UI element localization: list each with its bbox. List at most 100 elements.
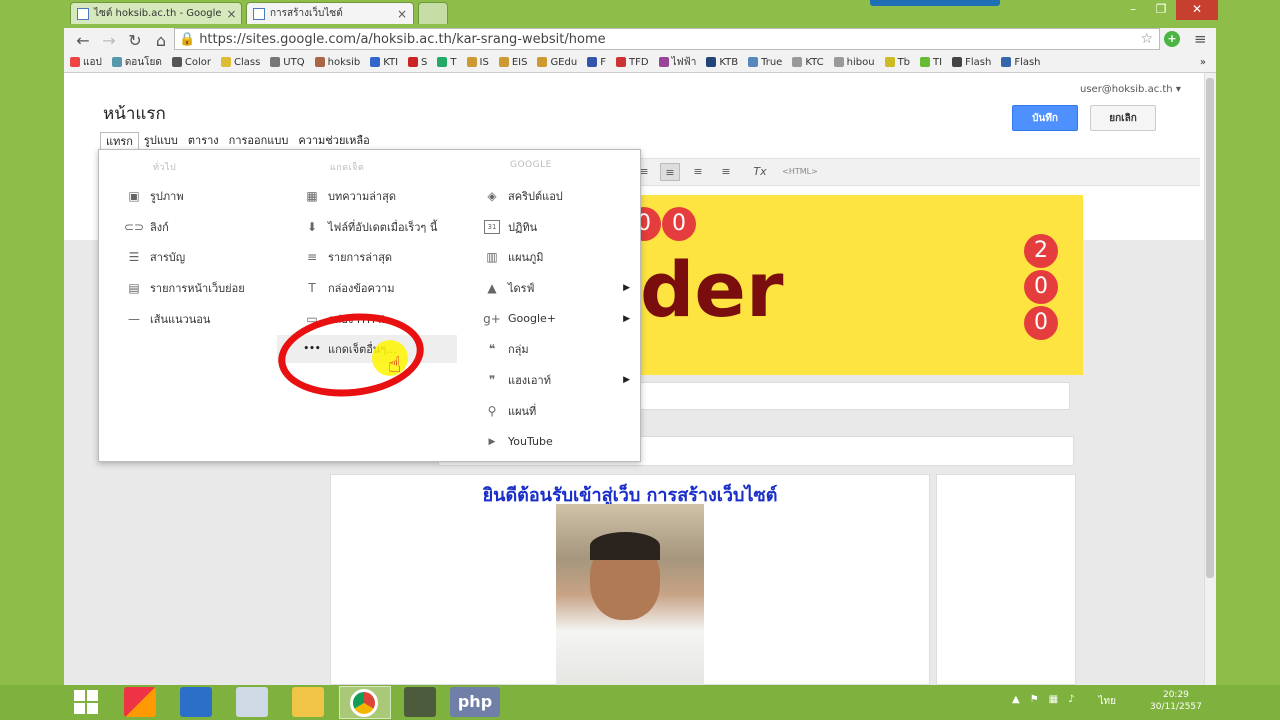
html-button[interactable]: <HTML> [780,163,820,181]
insert-menu-item[interactable]: ▤ รายการหน้าเว็บย่อย [126,277,245,299]
tab-active-site[interactable]: การสร้างเว็บไซต์ × [246,2,414,24]
menu-table[interactable]: ตาราง [183,132,224,150]
insert-menu-item[interactable]: ◈ สคริปต์แอป [484,185,630,207]
bookmark-label: TFD [628,56,649,68]
insert-menu-label: รายการหน้าเว็บย่อย [150,282,245,296]
reload-icon[interactable]: ↻ [122,31,148,50]
bookmark-item[interactable]: S [408,57,427,68]
textbox-icon: T [308,281,316,296]
bookmark-item[interactable]: hoksib [314,57,360,68]
new-tab-button[interactable] [418,2,448,24]
cancel-button[interactable]: ยกเลิก [1090,105,1156,131]
clear-format-icon[interactable]: Tx [750,163,770,181]
bookmark-item[interactable]: TI [920,57,942,68]
bookmark-label: แอป [83,56,102,68]
bookmark-item[interactable]: T [437,57,457,68]
insert-menu-item[interactable]: ☰ สารบัญ [126,246,245,268]
insert-menu-item[interactable]: ▥ แผนภูมิ [484,246,630,268]
menu-icon[interactable]: ≡ [1194,30,1207,48]
menu-layout[interactable]: การออกแบบ [224,132,294,150]
bookmark-item[interactable]: Class [220,57,260,68]
url-text: https://sites.google.com/a/hoksib.ac.th/… [199,31,606,47]
bookmark-item[interactable]: KTC [792,56,824,68]
bookmark-item[interactable]: KTB [706,57,738,68]
bookmark-item[interactable]: Flash [952,57,991,68]
app-icon[interactable] [180,687,212,717]
windows-start-icon[interactable] [74,690,98,714]
bookmark-item[interactable]: True [748,57,782,68]
insert-menu-item[interactable]: — เส้นแนวนอน [126,308,245,330]
address-bar[interactable]: 🔒 https://sites.google.com/a/hoksib.ac.t… [174,28,1160,50]
bookmark-item[interactable]: TFD [615,56,649,68]
insert-menu-item[interactable]: ▲ ไดรฟ์ ▶ [484,277,630,299]
bookmark-icon [220,57,231,67]
align-center-icon[interactable]: ≡ [660,163,680,181]
bookmark-icon [884,57,895,67]
banner-circle: 0 [1024,306,1058,340]
menu-format[interactable]: รูปแบบ [139,132,183,150]
volume-icon[interactable]: ♪ [1068,694,1074,709]
bookmark-item[interactable]: Tb [884,57,910,68]
php-icon[interactable]: php [450,687,500,717]
office-icon[interactable] [124,687,156,717]
back-icon[interactable]: ← [70,31,96,50]
close-icon[interactable]: × [397,7,407,21]
minimize-icon[interactable]: – [1118,0,1148,20]
extension-add-icon[interactable]: + [1164,31,1180,47]
language-indicator[interactable]: ไทย [1099,694,1116,709]
bookmark-item[interactable]: hibou [833,57,875,68]
tray-up-icon[interactable]: ▲ [1012,694,1020,709]
insert-menu-item[interactable]: ❝ กลุ่ม [484,338,630,360]
menu-help[interactable]: ความช่วยเหลือ [293,132,374,150]
clock[interactable]: 20:29 30/11/2557 [1150,689,1202,713]
bookmark-item[interactable]: KTI [370,57,398,68]
bookmark-item[interactable]: UTQ [270,57,305,68]
bookmark-item[interactable]: Flash [1001,57,1041,68]
bookmark-icon [171,57,182,67]
save-button[interactable]: บันทึก [1012,105,1078,131]
align-right-icon[interactable]: ≡ [688,163,708,181]
bookmark-item[interactable]: Color [171,57,211,68]
image-icon: ▣ [128,189,140,203]
search-app-icon[interactable] [236,687,268,717]
network-icon[interactable]: ▦ [1049,694,1058,709]
justify-icon[interactable]: ≡ [716,163,736,181]
bookmark-icon [920,57,931,67]
close-icon[interactable]: × [227,7,237,21]
bookmark-icon [466,57,477,67]
bookmark-item[interactable]: F [587,57,606,68]
bookmark-item[interactable]: IS [466,57,489,68]
insert-menu-item[interactable]: ▣ รูปภาพ [126,185,245,207]
insert-menu-item[interactable]: ▦ บทความล่าสุด [304,185,437,207]
home-icon[interactable]: ⌂ [148,31,174,50]
bookmark-label: KTC [805,56,824,68]
user-account[interactable]: user@hoksib.ac.th ▾ [1080,84,1181,95]
bookmark-label: S [421,56,428,68]
bookmark-item[interactable]: แอป [70,55,102,70]
insert-menu-item[interactable]: ⬇ ไฟล์ที่อัปเดตเมื่อเร็วๆ นี้ [304,216,437,238]
close-window-icon[interactable]: ✕ [1176,0,1218,20]
flag-icon[interactable]: ⚑ [1030,694,1039,709]
bookmark-item[interactable]: GEdu [537,57,577,68]
bookmarks-overflow-icon[interactable]: » [1200,57,1206,68]
sidebar-content[interactable] [936,474,1076,685]
bookmark-item[interactable]: ดอนโยด [111,55,162,70]
insert-menu-item[interactable]: ❞ แฮงเอาท์ ▶ [484,369,630,391]
camtasia-icon[interactable] [404,687,436,717]
insert-menu-item[interactable]: ⊂⊃ ลิงก์ [124,216,245,238]
forward-icon[interactable]: → [96,31,122,50]
folder-icon[interactable] [292,687,324,717]
insert-menu-item[interactable]: g+ Google+ ▶ [483,308,630,330]
restore-icon[interactable]: ❐ [1146,0,1176,20]
insert-menu-item[interactable]: ⚲ แผนที่ [484,400,630,422]
insert-menu-item[interactable]: T กล่องข้อความ [304,277,437,299]
insert-menu-item[interactable]: ▶ YouTube [484,431,630,453]
star-icon[interactable]: ☆ [1140,31,1153,47]
insert-menu-item[interactable]: ≡ รายการล่าสุด [304,246,437,268]
tab-hoksib[interactable]: ไซต์ hoksib.ac.th - Google × [70,2,242,24]
insert-menu-item[interactable]: 31 ปฏิทิน [484,216,630,238]
scrollbar-thumb[interactable] [1206,78,1214,578]
bookmark-item[interactable]: ไฟฟ้า [658,55,696,70]
menu-insert[interactable]: แทรก [100,132,139,150]
bookmark-item[interactable]: EIS [498,57,527,68]
